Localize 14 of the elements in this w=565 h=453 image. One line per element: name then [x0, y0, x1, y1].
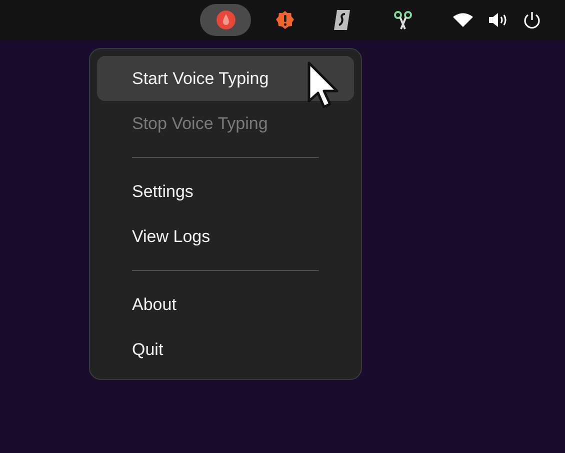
alert-icon[interactable] [275, 10, 295, 30]
menu-item[interactable]: Start Voice Typing [97, 56, 354, 101]
tray-app-button[interactable] [200, 4, 251, 36]
scissors-icon[interactable] [393, 10, 413, 30]
mouse-pointer-icon [307, 61, 341, 110]
power-icon[interactable] [523, 11, 541, 29]
menu-item[interactable]: About [97, 282, 354, 327]
menu-item[interactable]: Settings [97, 169, 354, 214]
menu-item[interactable]: View Logs [97, 214, 354, 259]
app-logo-icon[interactable] [333, 9, 351, 31]
wifi-icon[interactable] [453, 12, 473, 28]
volume-icon[interactable] [488, 11, 508, 29]
drop-icon [216, 10, 236, 30]
menu-item[interactable]: Quit [97, 327, 354, 372]
